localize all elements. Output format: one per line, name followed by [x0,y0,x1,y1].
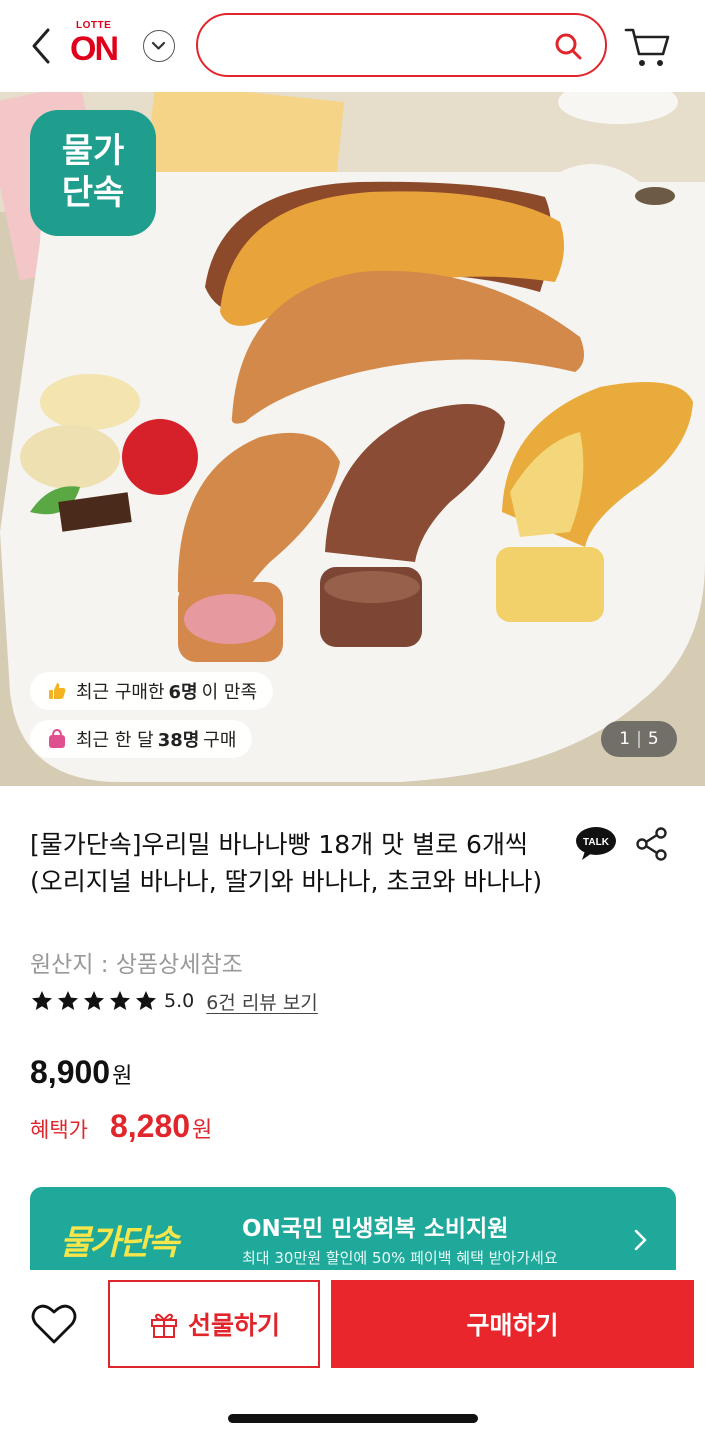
back-button[interactable] [22,22,62,70]
shopping-bag-icon [49,728,65,748]
talk-button[interactable]: TALK [575,826,617,862]
top-header: LOTTE ON [0,0,705,92]
badge-line1: 물가 [61,131,125,171]
service-dropdown-button[interactable] [143,30,175,62]
cart-button[interactable] [622,24,672,70]
pill2-prefix: 최근 한 달 [76,730,154,751]
gift-label: 선물하기 [187,1311,280,1340]
image-page-counter: 1 | 5 [601,721,677,757]
bottom-action-bar: 선물하기 구매하기 [0,1270,705,1440]
page-current: 1 [619,729,631,749]
pill2-suffix: 구매 [203,730,237,751]
rating-value: 5.0 [164,990,195,1012]
star-icon [136,991,156,1010]
star-icon [84,991,104,1010]
star-icon [110,991,130,1010]
buy-button[interactable]: 구매하기 [331,1280,694,1368]
benefit-label: 혜택가 [30,1118,88,1142]
promo-subtitle: 최대 30만원 할인에 50% 페이백 혜택 받아가세요 [242,1249,558,1267]
thumbs-up-icon [49,683,66,699]
star-icon [58,991,78,1010]
badge-line2: 단속 [61,173,125,213]
share-icon [636,827,667,861]
gift-icon [150,1313,177,1338]
benefit-price-row: 혜택가 8,280 원 [30,1108,212,1145]
pill2-count: 38명 [157,730,200,751]
page-total: 5 [647,729,659,749]
chevron-down-icon [151,41,166,50]
chevron-right-icon [634,1229,647,1251]
price-unit: 원 [112,1064,133,1089]
benefit-price: 8,280 [109,1108,191,1144]
talk-label: TALK [583,837,610,848]
search-bar[interactable] [196,13,607,77]
home-indicator [228,1414,478,1423]
buy-label: 구매하기 [466,1311,559,1340]
page-separator: | [636,729,642,749]
review-link[interactable]: 6건 리뷰 보기 [206,988,318,1015]
promo-title: ON국민 민생회복 소비지원 [242,1216,509,1242]
origin-info: 원산지 : 상품상세참조 [30,952,243,978]
logo-big-text: ON [70,30,119,68]
gift-button[interactable]: 선물하기 [108,1280,320,1368]
pill1-suffix: 이 만족 [201,682,258,703]
lotte-on-logo[interactable]: LOTTE ON [70,18,132,70]
rating-row: 5.0 6건 리뷰 보기 [30,986,318,1016]
rating-stars [30,989,158,1013]
heart-icon [31,1304,77,1344]
monthly-purchase-pill: 최근 한 달 38명 구매 [30,720,253,758]
share-button[interactable] [634,826,670,862]
talk-chat-icon: TALK [576,827,616,860]
price-row: 8,900 원 [30,1054,132,1091]
search-input[interactable] [218,29,538,61]
cart-icon [624,28,670,66]
search-icon[interactable] [553,31,583,61]
pill1-prefix: 최근 구매한 [76,682,165,703]
product-image-carousel[interactable]: 물가 단속 최근 구매한 6명 이 만족 최근 한 달 38명 구매 1 | 5 [0,92,705,786]
wishlist-button[interactable] [28,1298,80,1350]
product-title: [물가단속]우리밀 바나나빵 18개 맛 별로 6개씩 (오리지널 바나나, 딸… [30,830,543,896]
price-control-badge: 물가 단속 [30,110,156,236]
pill1-count: 6명 [168,682,198,703]
chevron-left-icon [32,28,50,64]
recent-satisfaction-pill: 최근 구매한 6명 이 만족 [30,672,274,710]
benefit-unit: 원 [192,1118,213,1143]
star-icon [32,991,52,1010]
original-price: 8,900 [30,1054,111,1090]
promo-logo: 물가단속 [60,1223,179,1263]
